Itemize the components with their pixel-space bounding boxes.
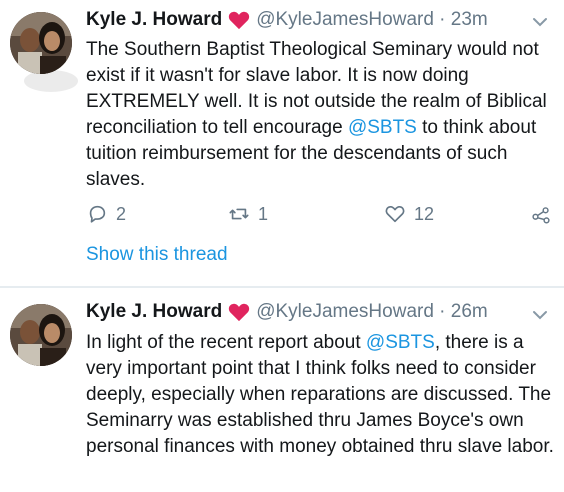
mention-link[interactable]: @SBTS (348, 117, 417, 138)
tweet-header: Kyle J. Howard @KyleJamesHoward · 26m (86, 298, 488, 326)
tweet-text-part: In light of the recent report about (86, 332, 366, 353)
reply-button[interactable]: 2 (86, 200, 126, 228)
share-button[interactable] (530, 200, 552, 228)
reply-count: 2 (116, 203, 127, 224)
avatar[interactable] (10, 12, 72, 74)
retweet-button[interactable]: 1 (228, 200, 268, 228)
avatar[interactable] (10, 304, 72, 366)
tweet-1[interactable]: Kyle J. Howard @KyleJamesHoward · 23m Th… (0, 0, 564, 286)
show-thread-link[interactable]: Show this thread (86, 244, 228, 266)
tweet-text: The Southern Baptist Theological Seminar… (86, 37, 556, 193)
tweet-text: In light of the recent report about @SBT… (86, 330, 556, 460)
retweet-icon (229, 208, 249, 220)
avatar-photo (10, 304, 72, 366)
avatar-shadow (24, 70, 78, 92)
like-count: 12 (414, 203, 435, 224)
red-heart-icon (229, 11, 250, 30)
retweet-count: 1 (258, 203, 269, 224)
reply-icon (89, 205, 106, 223)
tweet-header: Kyle J. Howard @KyleJamesHoward · 23m (86, 6, 488, 34)
tweet-actions: 2 1 12 (86, 200, 556, 228)
red-heart-icon (229, 303, 250, 322)
chevron-down-icon[interactable] (532, 310, 548, 320)
chevron-down-icon[interactable] (532, 17, 548, 27)
like-button[interactable]: 12 (384, 200, 434, 228)
share-icon (532, 207, 550, 224)
avatar-photo (10, 12, 72, 74)
author-name[interactable]: Kyle J. Howard (86, 9, 222, 31)
mention-link[interactable]: @SBTS (366, 332, 435, 353)
author-name[interactable]: Kyle J. Howard (86, 301, 222, 323)
tweet-2[interactable]: Kyle J. Howard @KyleJamesHoward · 26m In… (0, 288, 564, 492)
like-heart-icon (385, 206, 405, 223)
handle-and-time: @KyleJamesHoward · 26m (256, 301, 488, 322)
handle-and-time: @KyleJamesHoward · 23m (256, 9, 488, 30)
